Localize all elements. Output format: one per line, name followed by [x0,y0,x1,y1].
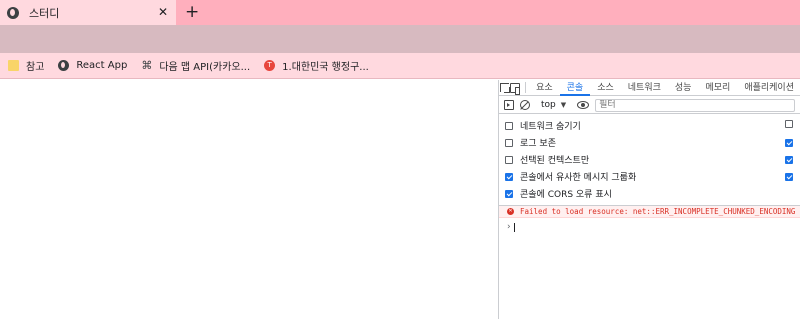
tab-application[interactable]: 애플리케이션 [737,80,800,96]
prompt-chevron-icon: › [507,222,511,232]
device-toolbar-button[interactable] [510,80,521,96]
globe-icon [58,60,70,71]
setting-hide-network[interactable]: 네트워크 숨기기 [505,119,581,132]
setting-show-cors-errors[interactable]: 콘솔에 CORS 오류 표시 [505,187,612,200]
new-tab-button[interactable]: + [185,2,199,22]
bookmark-label: React App [76,60,128,71]
tab-elements[interactable]: 요소 [529,80,560,96]
inspect-element-button[interactable] [499,80,510,96]
bookmark-label: 다음 맵 API(카카오... [159,62,251,73]
globe-icon [7,6,19,19]
setting-label: 네트워크 숨기기 [520,122,581,132]
setting-right-4[interactable]: 코 [785,170,800,183]
setting-label: 콘솔에서 유사한 메시지 그룹화 [520,173,637,183]
tab-strip: 스터디 ✕ + [0,0,800,25]
console-settings: 네트워크 숨기기 로그 보존 선택된 컨텍스트만 콘솔에서 유사한 메시지 그룹… [499,115,800,207]
setting-label: 콘솔에 CORS 오류 표시 [520,190,612,200]
console-prompt[interactable]: › [507,222,515,232]
kakao-icon: ⌘ [141,59,153,72]
setting-group-similar[interactable]: 콘솔에서 유사한 메시지 그룹화 [505,170,636,183]
clear-console-icon[interactable] [520,100,530,110]
text-cursor [513,222,515,232]
bookmark-kakao-map-api[interactable]: ⌘ 다음 맵 API(카카오... [141,58,250,73]
inspect-icon [499,83,510,93]
setting-right-2[interactable]: 자 [785,136,800,149]
bookmark-react-app[interactable]: React App [58,60,127,71]
error-text: Failed to load resource: net::ERR_INCOMP… [520,207,796,216]
filter-input[interactable] [595,98,796,112]
active-tab[interactable]: 스터디 ✕ [0,0,176,25]
console-toolbar: top ▼ [499,97,800,114]
setting-selected-context-only[interactable]: 선택된 컨텍스트만 [505,153,589,166]
setting-right-3[interactable]: 가 [785,153,800,166]
setting-label: 로그 보존 [520,139,556,149]
tab-sources[interactable]: 소스 [590,80,621,96]
setting-preserve-log[interactable]: 로그 보존 [505,136,556,149]
tab-network[interactable]: 네트워크 [621,80,668,96]
console-output: ✕ Failed to load resource: net::ERR_INCO… [499,205,800,319]
bookmarks-bar: 참고 React App ⌘ 다음 맵 API(카카오... T 1.대한민국 … [0,53,800,79]
context-selector[interactable]: top ▼ [538,100,569,110]
bookmark-label: 1.대한민국 행정구... [282,62,369,73]
setting-right-1[interactable]: X [785,119,800,129]
sidebar-toggle-icon[interactable] [504,100,514,110]
context-value: top [541,100,556,110]
caret-down-icon: ▼ [560,101,567,109]
device-icon [510,82,521,95]
bookmark-folder-reference[interactable]: 참고 [8,58,44,73]
checkbox-checked[interactable] [785,155,793,164]
checkbox[interactable] [785,120,793,128]
checkbox-checked[interactable] [505,172,513,181]
tab-title: 스터디 [29,6,60,20]
checkbox[interactable] [505,155,513,164]
tab-console[interactable]: 콘솔 [559,80,591,96]
browser-toolbar [0,25,800,53]
console-error-message: ✕ Failed to load resource: net::ERR_INCO… [499,206,800,218]
bookmark-label: 참고 [26,62,45,73]
tab-performance[interactable]: 성능 [668,80,699,96]
error-icon: ✕ [507,208,514,215]
bookmark-korea-admin[interactable]: T 1.대한민국 행정구... [264,58,369,73]
divider [524,82,526,93]
setting-label: 선택된 컨텍스트만 [520,156,590,166]
gov-icon: T [264,60,276,71]
checkbox[interactable] [505,121,513,130]
folder-icon [8,60,19,71]
page-content [0,80,498,319]
checkbox[interactable] [505,138,513,147]
close-icon[interactable]: ✕ [158,5,168,19]
checkbox-checked[interactable] [505,189,513,198]
devtools-panel: 요소 콘솔 소스 네트워크 성능 메모리 애플리케이션 top ▼ 네트워크 숨… [498,80,800,319]
devtools-tab-bar: 요소 콘솔 소스 네트워크 성능 메모리 애플리케이션 [499,80,800,96]
tab-memory[interactable]: 메모리 [698,80,737,96]
checkbox-checked[interactable] [785,172,793,181]
checkbox-checked[interactable] [785,138,793,147]
eye-icon[interactable] [577,101,590,109]
